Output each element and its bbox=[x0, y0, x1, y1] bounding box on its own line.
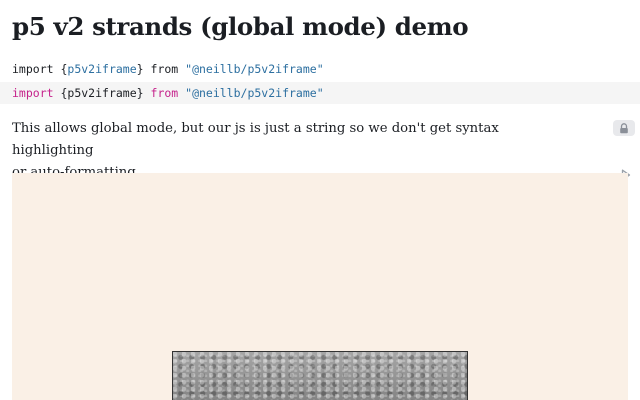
open-brace: { bbox=[53, 86, 68, 100]
lock-icon bbox=[620, 122, 628, 133]
close-brace: } bbox=[136, 62, 151, 76]
import-identifier[interactable]: p5v2iframe bbox=[67, 62, 136, 76]
module-string[interactable]: "@neillb/p5v2iframe" bbox=[178, 62, 323, 76]
page-title: p5 v2 strands (global mode) demo bbox=[12, 12, 469, 41]
from-keyword: from bbox=[150, 86, 179, 100]
sketch-canvas[interactable] bbox=[12, 173, 628, 400]
cell-source[interactable]: import {p5v2iframe} from "@neillb/p5v2if… bbox=[0, 82, 640, 181]
description-line-1: This allows global mode, but our js is j… bbox=[12, 121, 499, 158]
module-string: "@neillb/p5v2iframe" bbox=[178, 86, 324, 100]
import-keyword: import bbox=[12, 62, 54, 76]
source-code-line[interactable]: import {p5v2iframe} from "@neillb/p5v2if… bbox=[12, 86, 324, 100]
texture-image bbox=[172, 351, 468, 400]
open-brace: { bbox=[53, 62, 68, 76]
import-identifier: p5v2iframe bbox=[67, 86, 137, 100]
from-keyword: from bbox=[150, 62, 179, 76]
close-brace: } bbox=[136, 86, 151, 100]
import-keyword: import bbox=[12, 86, 54, 100]
cell-output[interactable]: import {p5v2iframe} from "@neillb/p5v2if… bbox=[0, 58, 640, 136]
output-code-line: import {p5v2iframe} from "@neillb/p5v2if… bbox=[12, 62, 324, 76]
lock-button[interactable] bbox=[613, 120, 635, 136]
